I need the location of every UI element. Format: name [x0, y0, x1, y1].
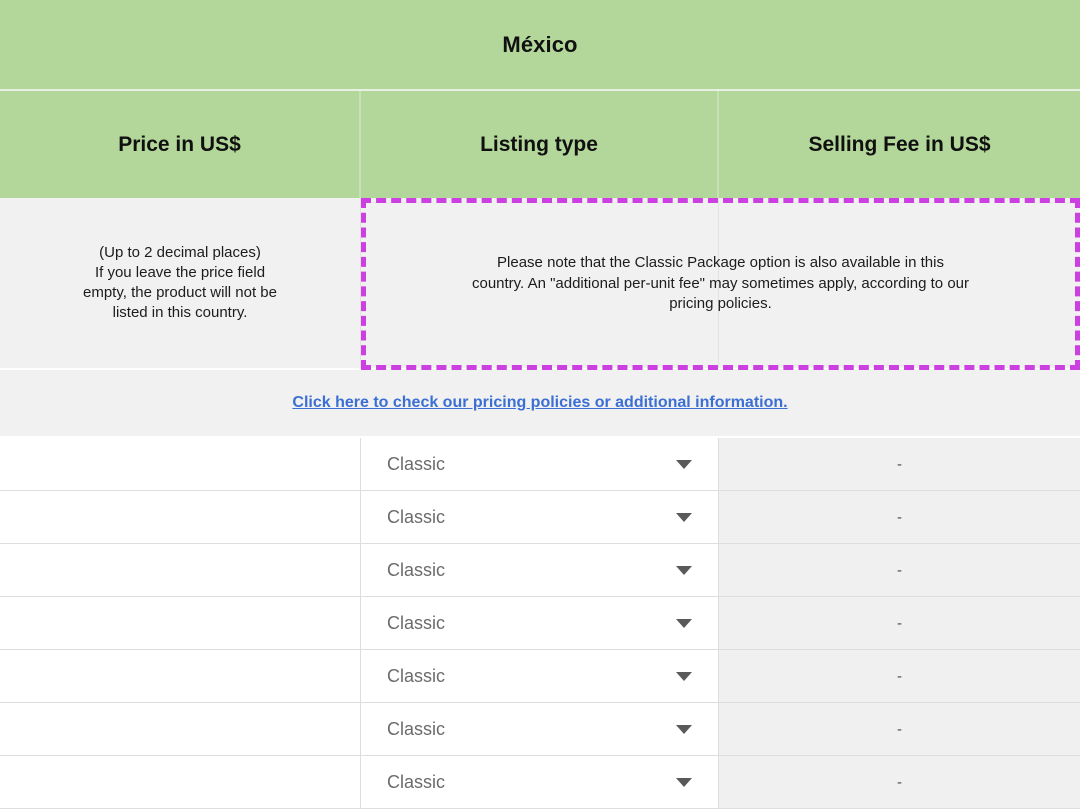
- table-row: Classic -: [0, 438, 1080, 491]
- listing-type-select[interactable]: Classic: [361, 438, 719, 490]
- pricing-policy-link[interactable]: Click here to check our pricing policies…: [292, 394, 787, 412]
- country-header: México: [0, 0, 1080, 91]
- table-row: Classic -: [0, 597, 1080, 650]
- listing-type-value: Classic: [387, 666, 676, 687]
- listing-type-select[interactable]: Classic: [361, 650, 719, 702]
- chevron-down-icon: [676, 460, 692, 469]
- price-cell: [0, 491, 361, 543]
- pricing-policy-row: Click here to check our pricing policies…: [0, 370, 1080, 438]
- fee-note-cell: [719, 198, 1080, 368]
- chevron-down-icon: [676, 672, 692, 681]
- table-row: Classic -: [0, 703, 1080, 756]
- listing-type-value: Classic: [387, 507, 676, 528]
- chevron-down-icon: [676, 513, 692, 522]
- table-row: Classic -: [0, 491, 1080, 544]
- selling-fee-cell: -: [719, 491, 1080, 543]
- selling-fee-cell: -: [719, 650, 1080, 702]
- pricing-table: México Price in US$ Listing type Selling…: [0, 0, 1080, 768]
- table-row: Classic -: [0, 650, 1080, 703]
- table-row: Classic -: [0, 756, 1080, 809]
- price-cell: [0, 756, 361, 808]
- listing-type-value: Classic: [387, 613, 676, 634]
- chevron-down-icon: [676, 725, 692, 734]
- listing-type-select[interactable]: Classic: [361, 756, 719, 808]
- price-input[interactable]: [0, 650, 360, 702]
- price-input[interactable]: [0, 491, 360, 543]
- chevron-down-icon: [676, 566, 692, 575]
- column-header-listing-type: Listing type: [361, 91, 719, 198]
- listing-type-select[interactable]: Classic: [361, 544, 719, 596]
- price-input[interactable]: [0, 438, 360, 490]
- listing-type-select[interactable]: Classic: [361, 491, 719, 543]
- selling-fee-cell: -: [719, 703, 1080, 755]
- listing-type-select[interactable]: Classic: [361, 703, 719, 755]
- price-input[interactable]: [0, 544, 360, 596]
- listing-type-select[interactable]: Classic: [361, 597, 719, 649]
- note-row: (Up to 2 decimal places)If you leave the…: [0, 198, 1080, 370]
- country-title: México: [502, 32, 577, 58]
- selling-fee-cell: -: [719, 438, 1080, 490]
- price-input[interactable]: [0, 597, 360, 649]
- price-input[interactable]: [0, 703, 360, 755]
- column-header-price: Price in US$: [0, 91, 361, 198]
- data-rows: Classic - Classic - Classic - Classic - Classic -…: [0, 438, 1080, 809]
- table-row: Classic -: [0, 544, 1080, 597]
- price-note: (Up to 2 decimal places)If you leave the…: [0, 198, 361, 368]
- chevron-down-icon: [676, 778, 692, 787]
- listing-type-value: Classic: [387, 772, 676, 793]
- listing-type-value: Classic: [387, 560, 676, 581]
- selling-fee-cell: -: [719, 597, 1080, 649]
- listing-note-cell: [361, 198, 719, 368]
- selling-fee-cell: -: [719, 756, 1080, 808]
- listing-type-value: Classic: [387, 454, 676, 475]
- column-header-row: Price in US$ Listing type Selling Fee in…: [0, 91, 1080, 198]
- listing-type-value: Classic: [387, 719, 676, 740]
- price-input[interactable]: [0, 756, 360, 808]
- price-cell: [0, 597, 361, 649]
- column-header-selling-fee: Selling Fee in US$: [719, 91, 1080, 198]
- price-cell: [0, 438, 361, 490]
- price-cell: [0, 703, 361, 755]
- chevron-down-icon: [676, 619, 692, 628]
- price-cell: [0, 544, 361, 596]
- price-cell: [0, 650, 361, 702]
- selling-fee-cell: -: [719, 544, 1080, 596]
